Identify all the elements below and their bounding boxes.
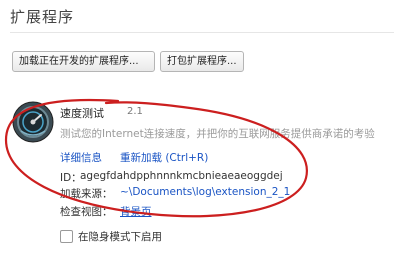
extension-description: 测试您的Internet连接速度，并把你的互联网服务提供商承诺的考验 [60,128,375,140]
id-label: ID： [60,172,82,184]
title-divider [10,32,394,33]
load-source-label: 加载来源： [60,188,113,200]
extension-id: agegfdahdpphnnnkmcbnieaeaeoggdej [80,170,283,182]
reload-link[interactable]: 重新加载 (Ctrl+R) [120,150,208,165]
incognito-checkbox[interactable] [60,230,73,243]
incognito-label: 在隐身模式下启用 [78,231,162,243]
page-title: 扩展程序 [10,8,75,26]
extension-name: 速度测试 [60,107,104,120]
load-source-path[interactable]: ~\Documents\log\extension_2_1 [120,186,290,198]
pack-extension-button[interactable]: 打包扩展程序... [160,51,244,72]
extension-version: 2.1 [127,106,143,117]
load-unpacked-button[interactable]: 加载正在开发的扩展程序... [12,51,155,72]
inspect-views-label: 检查视图： [60,206,113,218]
speedometer-icon [12,101,54,143]
background-page-link[interactable]: 背景页 [120,204,152,219]
details-link[interactable]: 详细信息 [60,150,102,165]
